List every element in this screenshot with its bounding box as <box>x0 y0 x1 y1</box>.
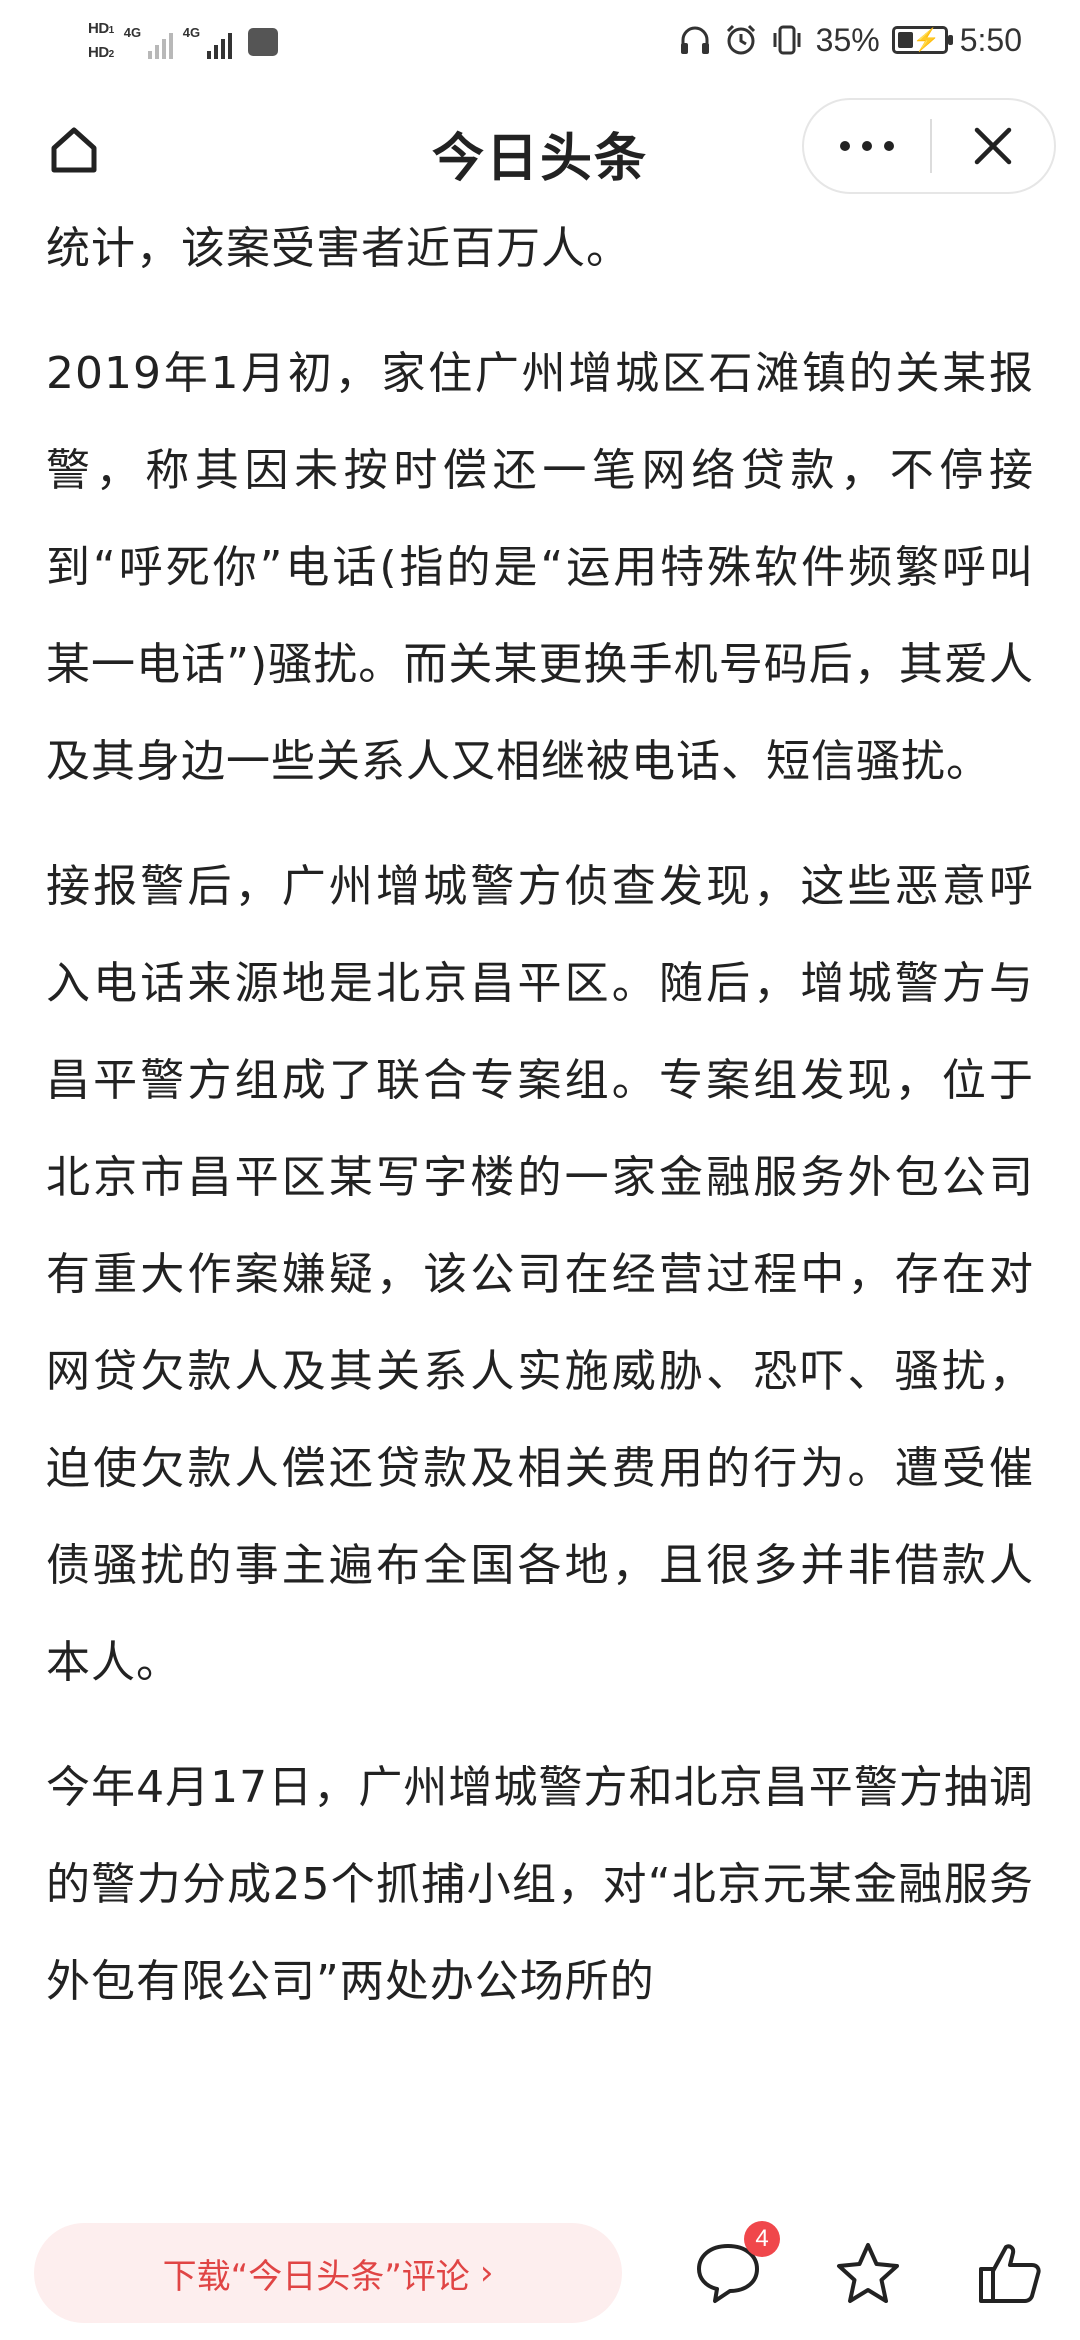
article-paragraph: 今年4月17日，广州增城警方和北京昌平警方抽调的警力分成25个抓捕小组，对“北京… <box>46 1762 1034 2007</box>
close-icon <box>974 127 1012 165</box>
more-button[interactable] <box>804 100 930 192</box>
headphones-icon <box>680 26 709 54</box>
battery-icon: ⚡ <box>891 26 953 54</box>
status-left: HD1 HD2 4G 4G <box>88 12 278 72</box>
more-horizontal-icon <box>840 141 894 151</box>
hd-indicators: HD1 HD2 <box>88 20 114 64</box>
article-paragraph: 接报警后，广州增城警方侦查发现，这些恶意呼入电话来源地是北京昌平区。随后，增城警… <box>46 861 1034 1688</box>
carrier-app-icon <box>247 28 278 56</box>
star-icon <box>837 2243 899 2303</box>
vibrate-icon <box>773 25 801 55</box>
network-type-1: 4G <box>123 25 142 40</box>
mini-program-capsule <box>802 98 1056 194</box>
bottom-action-bar: 下载“今日头条”评论 › 4 <box>0 2205 1080 2340</box>
article-body[interactable]: 统计，该案受害者近百万人。 2019年1月初，家住广州增城区石滩镇的关某报警，称… <box>0 220 1080 2205</box>
signal-2-icon: 4G <box>183 25 232 59</box>
status-right: 35% ⚡ 5:50 <box>678 8 1022 72</box>
screen: HD1 HD2 4G 4G 35% ⚡ 5:50 今日头条 统计，该案受害者近百… <box>0 0 1080 2340</box>
comment-count-badge: 4 <box>744 2221 780 2257</box>
hd-1-indicator: HD1 <box>88 20 114 37</box>
network-type-2: 4G <box>182 25 201 40</box>
comment-prompt-label: 下载“今日头条”评论 <box>162 2256 470 2297</box>
article-paragraph: 统计，该案受害者近百万人。 <box>46 223 631 274</box>
battery-percent: 35% <box>815 21 880 58</box>
comment-button[interactable]: 4 <box>690 2221 780 2311</box>
alarm-icon <box>726 24 755 55</box>
top-nav-bar: 今日头条 <box>0 80 1080 220</box>
favorite-button[interactable] <box>830 2235 906 2311</box>
article-paragraph: 2019年1月初，家住广州增城区石滩镇的关某报警，称其因未按时偿还一笔网络贷款，… <box>46 348 1034 787</box>
close-button[interactable] <box>932 100 1054 192</box>
signal-1-icon: 4G <box>124 25 173 59</box>
chevron-right-icon: › <box>479 2253 494 2293</box>
status-bar: HD1 HD2 4G 4G 35% ⚡ 5:50 <box>0 0 1080 80</box>
clock: 5:50 <box>959 21 1022 58</box>
thumbs-up-icon <box>979 2244 1041 2303</box>
download-comment-button[interactable]: 下载“今日头条”评论 › <box>34 2223 622 2323</box>
hd-2-indicator: HD2 <box>88 44 114 61</box>
like-button[interactable] <box>972 2235 1048 2311</box>
